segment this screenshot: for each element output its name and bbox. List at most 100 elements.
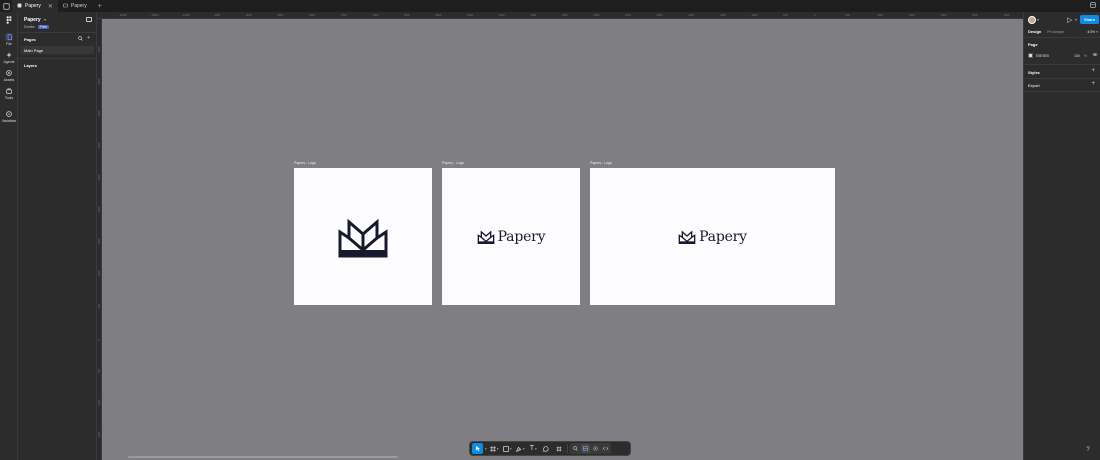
file-icon	[5, 33, 13, 41]
help-icon[interactable]: ?	[1084, 446, 1092, 454]
papery-logo-mark-icon	[338, 218, 388, 257]
close-icon[interactable]: ✕	[48, 3, 53, 10]
actions-tool-button[interactable]	[554, 443, 565, 454]
add-page-plus-icon[interactable]: +	[87, 36, 90, 43]
avatar[interactable]	[1028, 16, 1036, 24]
left-rail: File Agents Assets Tools Variables	[0, 12, 18, 460]
chevron-down-icon[interactable]: ▾	[1075, 17, 1077, 22]
rail-item-tools[interactable]: Tools	[0, 87, 18, 100]
sidebar-toggle-icon[interactable]	[86, 17, 92, 22]
papery-logo-mark-icon	[678, 230, 696, 244]
add-style-plus-icon[interactable]: +	[1091, 68, 1095, 74]
comment-tool-button[interactable]	[541, 443, 552, 454]
bottom-toolbar: ▾ ▾ ▾ ▾ T ▾	[469, 441, 631, 456]
code-mode-button[interactable]	[601, 444, 610, 453]
tab-label: Papery	[25, 3, 41, 9]
rail-item-variables[interactable]: Variables	[0, 110, 18, 123]
chevron-down-icon[interactable]: ▾	[1037, 17, 1039, 22]
chevron-down-icon: ▾	[44, 18, 46, 22]
tab-papery-active[interactable]: Papery ✕	[12, 0, 58, 12]
tools-icon	[5, 87, 13, 95]
tab-design[interactable]: Design	[1028, 29, 1041, 34]
tab-prototype[interactable]: Prototype	[1047, 29, 1064, 34]
ruler-tick: -3000	[98, 142, 101, 149]
rail-label: Agents	[3, 60, 15, 64]
ruler-tick: -9000	[245, 14, 252, 17]
frame-logo-wordmark-2[interactable]: Papery	[590, 168, 835, 305]
text-tool-button[interactable]: T ▾	[528, 443, 539, 454]
drafts-link[interactable]: Drafts	[24, 24, 35, 29]
variables-icon	[5, 110, 13, 118]
ruler-tick: -10500	[150, 14, 159, 17]
target-icon	[593, 446, 598, 451]
export-heading: Export	[1028, 83, 1040, 88]
design-mode-button[interactable]	[571, 444, 580, 453]
pen-tool-button[interactable]: ▾	[515, 443, 526, 454]
frame-label[interactable]: Papery - Logo	[294, 161, 316, 165]
page-color-row: E5E5E5 100 %	[1028, 52, 1098, 59]
frame-tool-button[interactable]: ▾	[489, 443, 500, 454]
dev-mode-button[interactable]	[591, 444, 600, 453]
assets-icon	[5, 69, 13, 77]
layers-heading: Layers	[24, 63, 37, 68]
ruler-tick: -10000	[182, 14, 190, 17]
page-color-value[interactable]: E5E5E5	[1036, 54, 1049, 58]
window-icon[interactable]	[1090, 2, 1096, 10]
layout-mode-button[interactable]	[580, 444, 590, 453]
page-opacity-value[interactable]: 100	[1074, 54, 1080, 58]
design-canvas[interactable]: Papery - Logo Papery - Logo Papery Paper…	[102, 19, 1023, 460]
layout-icon	[582, 446, 588, 451]
frame-logo-wordmark-1[interactable]: Papery	[442, 168, 580, 305]
ruler-tick: -500	[782, 14, 788, 17]
page-section-heading: Page	[1028, 42, 1038, 47]
rail-label: Assets	[3, 78, 15, 82]
right-panel-tabs: Design Prototype 40% ▾	[1028, 29, 1098, 34]
move-tool-button[interactable]	[472, 443, 483, 454]
divider	[1024, 78, 1100, 79]
rail-item-file[interactable]: File	[0, 33, 18, 46]
chevron-down-icon: ▾	[496, 446, 499, 451]
ruler-tick: -9500	[213, 14, 221, 17]
pages-heading: Pages	[24, 37, 36, 42]
shape-tool-button[interactable]: ▾	[502, 443, 513, 454]
chevron-down-icon: ▾	[1096, 29, 1098, 34]
papery-wordmark: Papery	[477, 229, 546, 245]
rail-item-assets[interactable]: Assets	[0, 69, 18, 82]
zoom-dropdown[interactable]: 40% ▾	[1087, 29, 1098, 34]
share-button[interactable]: Share	[1080, 15, 1099, 24]
horizontal-scrollbar[interactable]	[128, 456, 398, 458]
search-icon[interactable]	[78, 36, 83, 43]
cursor-icon	[475, 445, 480, 452]
comment-icon	[543, 445, 549, 452]
rail-figma-menu[interactable]	[0, 16, 18, 24]
frame-logo-mark[interactable]	[294, 168, 432, 305]
chevron-down-icon[interactable]: ▾	[485, 447, 487, 451]
chevron-down-icon: ▾	[509, 446, 512, 451]
page-color-swatch[interactable]	[1028, 53, 1033, 58]
project-name[interactable]: Papery ▾	[24, 17, 46, 23]
papery-wordmark: Papery	[678, 229, 747, 245]
pen-icon	[515, 446, 522, 452]
ruler-tick: -2500	[98, 174, 101, 181]
home-icon[interactable]	[0, 0, 12, 12]
ruler-tick: -1000	[98, 270, 101, 277]
add-export-plus-icon[interactable]: +	[1091, 81, 1095, 87]
tab-papery[interactable]: Papery	[58, 0, 92, 12]
zoom-icon	[572, 446, 578, 451]
eye-icon[interactable]	[1092, 52, 1098, 59]
new-tab-plus-icon[interactable]: +	[92, 3, 108, 10]
frame-label[interactable]: Papery - Logo	[590, 161, 612, 165]
frame-label[interactable]: Papery - Logo	[442, 161, 464, 165]
code-icon	[602, 446, 608, 451]
ruler-tick: -4000	[561, 14, 568, 17]
figma-logo-icon	[5, 16, 13, 24]
text-icon: T	[529, 445, 535, 452]
play-icon[interactable]: ▷	[1067, 16, 1072, 24]
ruler-tick: -1000	[751, 14, 758, 17]
rail-item-agents[interactable]: Agents	[0, 51, 18, 64]
ruler-tick: -4500	[98, 46, 101, 53]
page-item-main[interactable]: Main Page	[21, 46, 94, 54]
divider	[1024, 91, 1100, 92]
ruler-tick: 1500	[909, 14, 915, 17]
right-panel: ▾ ▷ ▾ Share Design Prototype 40% ▾ Page …	[1023, 12, 1100, 460]
